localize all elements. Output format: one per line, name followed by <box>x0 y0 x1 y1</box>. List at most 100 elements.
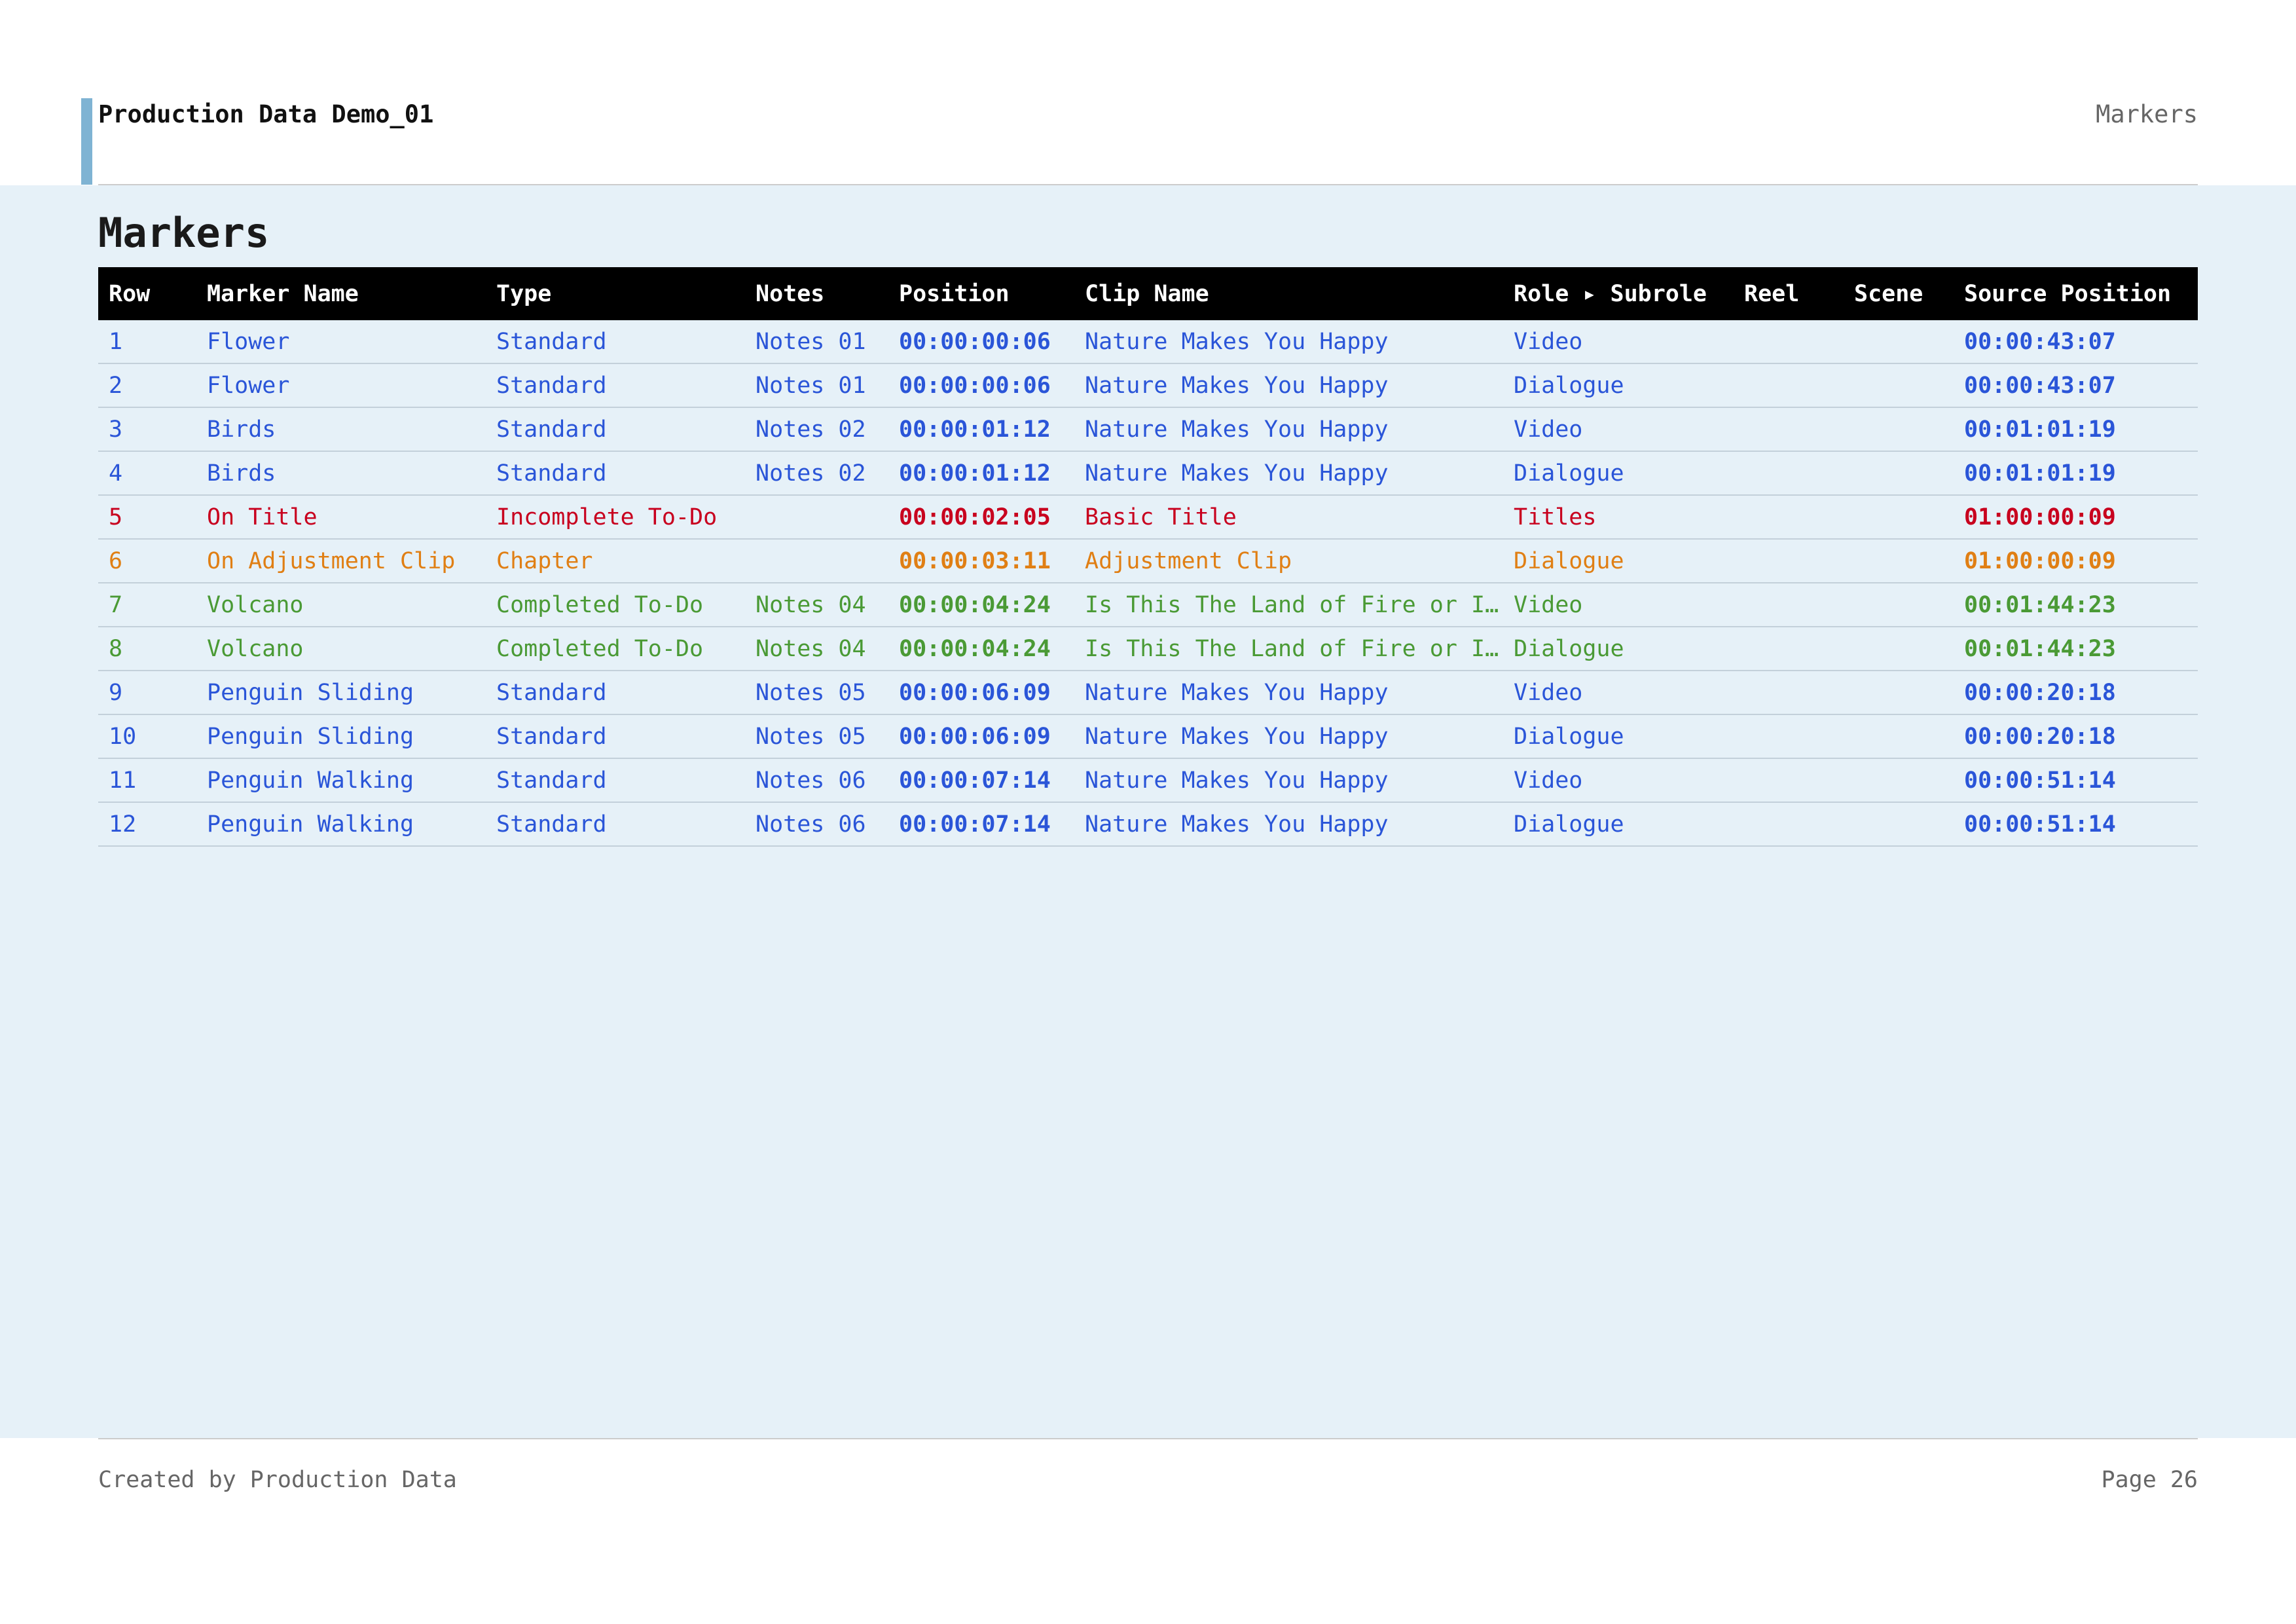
page-number: Page 26 <box>2101 1467 2198 1493</box>
column-header-role-subrole[interactable]: Role ▸ Subrole <box>1503 267 1734 320</box>
table-row[interactable]: 2 Flower Standard Notes 01 00:00:00:06 Nature… <box>98 363 2198 408</box>
cell-role-subrole: Dialogue <box>1503 363 1734 408</box>
cell-type: Standard <box>486 407 745 452</box>
cell-row-number: 1 <box>98 320 196 364</box>
cell-type: Standard <box>486 714 745 759</box>
column-header-reel[interactable]: Reel <box>1734 267 1844 320</box>
cell-marker-name: Flower <box>196 363 486 408</box>
cell-clip-name: Nature Makes You Happy <box>1074 714 1503 759</box>
cell-notes: Notes 05 <box>745 671 888 715</box>
cell-scene <box>1844 320 1954 364</box>
cell-clip-name: Nature Makes You Happy <box>1074 671 1503 715</box>
table-body: 1 Flower Standard Notes 01 00:00:00:06 Nature… <box>98 320 2198 847</box>
cell-role-subrole: Video <box>1503 583 1734 627</box>
cell-notes: Notes 02 <box>745 407 888 452</box>
cell-position: 00:00:00:06 <box>888 320 1074 364</box>
table-row[interactable]: 4 Birds Standard Notes 02 00:00:01:12 Nature … <box>98 451 2198 496</box>
cell-notes: Notes 04 <box>745 627 888 671</box>
cell-scene <box>1844 407 1954 452</box>
cell-type: Standard <box>486 802 745 847</box>
column-header-clip-name[interactable]: Clip Name <box>1074 267 1503 320</box>
cell-scene <box>1844 583 1954 627</box>
cell-row-number: 8 <box>98 627 196 671</box>
table-row[interactable]: 6 On Adjustment Clip Chapter 00:00:03:11 Adj… <box>98 539 2198 583</box>
cell-scene <box>1844 539 1954 583</box>
footer-divider <box>98 1438 2198 1439</box>
page-heading: Markers <box>98 209 270 257</box>
cell-row-number: 6 <box>98 539 196 583</box>
cell-marker-name: On Title <box>196 495 486 540</box>
cell-type: Chapter <box>486 539 745 583</box>
table-row[interactable]: 8 Volcano Completed To-Do Notes 04 00:00:04:… <box>98 627 2198 671</box>
cell-notes: Notes 02 <box>745 451 888 496</box>
table-row[interactable]: 1 Flower Standard Notes 01 00:00:00:06 Nature… <box>98 320 2198 364</box>
cell-notes <box>745 495 888 540</box>
cell-row-number: 11 <box>98 758 196 803</box>
cell-source-position: 00:01:44:23 <box>1954 627 2198 671</box>
cell-role-subrole: Dialogue <box>1503 451 1734 496</box>
cell-role-subrole: Dialogue <box>1503 802 1734 847</box>
document-title: Production Data Demo_01 <box>98 100 434 128</box>
cell-clip-name: Is This The Land of Fire or I… <box>1074 627 1503 671</box>
column-header-type[interactable]: Type <box>486 267 745 320</box>
cell-source-position: 01:00:00:09 <box>1954 539 2198 583</box>
column-header-position[interactable]: Position <box>888 267 1074 320</box>
cell-row-number: 7 <box>98 583 196 627</box>
cell-marker-name: Penguin Sliding <box>196 671 486 715</box>
cell-position: 00:00:01:12 <box>888 407 1074 452</box>
table-row[interactable]: 7 Volcano Completed To-Do Notes 04 00:00:04:… <box>98 583 2198 627</box>
cell-reel <box>1734 627 1844 671</box>
cell-clip-name: Nature Makes You Happy <box>1074 320 1503 364</box>
column-header-source-position[interactable]: Source Position <box>1954 267 2198 320</box>
table-row[interactable]: 9 Penguin Sliding Standard Notes 05 00:00:06… <box>98 671 2198 715</box>
cell-source-position: 00:01:01:19 <box>1954 407 2198 452</box>
cell-type: Completed To-Do <box>486 583 745 627</box>
cell-marker-name: Penguin Walking <box>196 758 486 803</box>
cell-reel <box>1734 714 1844 759</box>
cell-notes: Notes 06 <box>745 802 888 847</box>
cell-scene <box>1844 495 1954 540</box>
cell-scene <box>1844 758 1954 803</box>
table-row[interactable]: 12 Penguin Walking Standard Notes 06 00:00:0… <box>98 802 2198 847</box>
cell-reel <box>1734 407 1844 452</box>
cell-source-position: 00:01:01:19 <box>1954 451 2198 496</box>
cell-clip-name: Nature Makes You Happy <box>1074 802 1503 847</box>
footer-credit: Created by Production Data <box>98 1467 457 1493</box>
cell-role-subrole: Dialogue <box>1503 627 1734 671</box>
column-header-scene[interactable]: Scene <box>1844 267 1954 320</box>
cell-reel <box>1734 583 1844 627</box>
cell-source-position: 01:00:00:09 <box>1954 495 2198 540</box>
section-label: Markers <box>2096 100 2198 128</box>
cell-type: Completed To-Do <box>486 627 745 671</box>
cell-role-subrole: Video <box>1503 671 1734 715</box>
table-row[interactable]: 5 On Title Incomplete To-Do 00:00:02:05 Basi… <box>98 495 2198 540</box>
page-header: Production Data Demo_01 Markers <box>0 0 2296 185</box>
cell-position: 00:00:07:14 <box>888 802 1074 847</box>
cell-reel <box>1734 671 1844 715</box>
column-header-marker-name[interactable]: Marker Name <box>196 267 486 320</box>
cell-position: 00:00:04:24 <box>888 583 1074 627</box>
table-row[interactable]: 10 Penguin Sliding Standard Notes 05 00:00:0… <box>98 714 2198 759</box>
cell-notes: Notes 01 <box>745 363 888 408</box>
cell-position: 00:00:04:24 <box>888 627 1074 671</box>
cell-role-subrole: Dialogue <box>1503 714 1734 759</box>
column-header-notes[interactable]: Notes <box>745 267 888 320</box>
cell-source-position: 00:00:43:07 <box>1954 320 2198 364</box>
cell-reel <box>1734 758 1844 803</box>
cell-source-position: 00:00:20:18 <box>1954 714 2198 759</box>
cell-role-subrole: Video <box>1503 320 1734 364</box>
table-header-row: Row Marker Name Type Notes Position Clip… <box>98 267 2198 320</box>
cell-reel <box>1734 539 1844 583</box>
cell-scene <box>1844 671 1954 715</box>
column-header-row[interactable]: Row <box>98 267 196 320</box>
cell-row-number: 10 <box>98 714 196 759</box>
cell-row-number: 5 <box>98 495 196 540</box>
cell-type: Standard <box>486 758 745 803</box>
cell-clip-name: Basic Title <box>1074 495 1503 540</box>
table-row[interactable]: 11 Penguin Walking Standard Notes 06 00:00:0… <box>98 758 2198 803</box>
cell-notes: Notes 04 <box>745 583 888 627</box>
table-row[interactable]: 3 Birds Standard Notes 02 00:00:01:12 Nature … <box>98 407 2198 452</box>
cell-marker-name: Volcano <box>196 627 486 671</box>
cell-type: Standard <box>486 671 745 715</box>
cell-scene <box>1844 714 1954 759</box>
